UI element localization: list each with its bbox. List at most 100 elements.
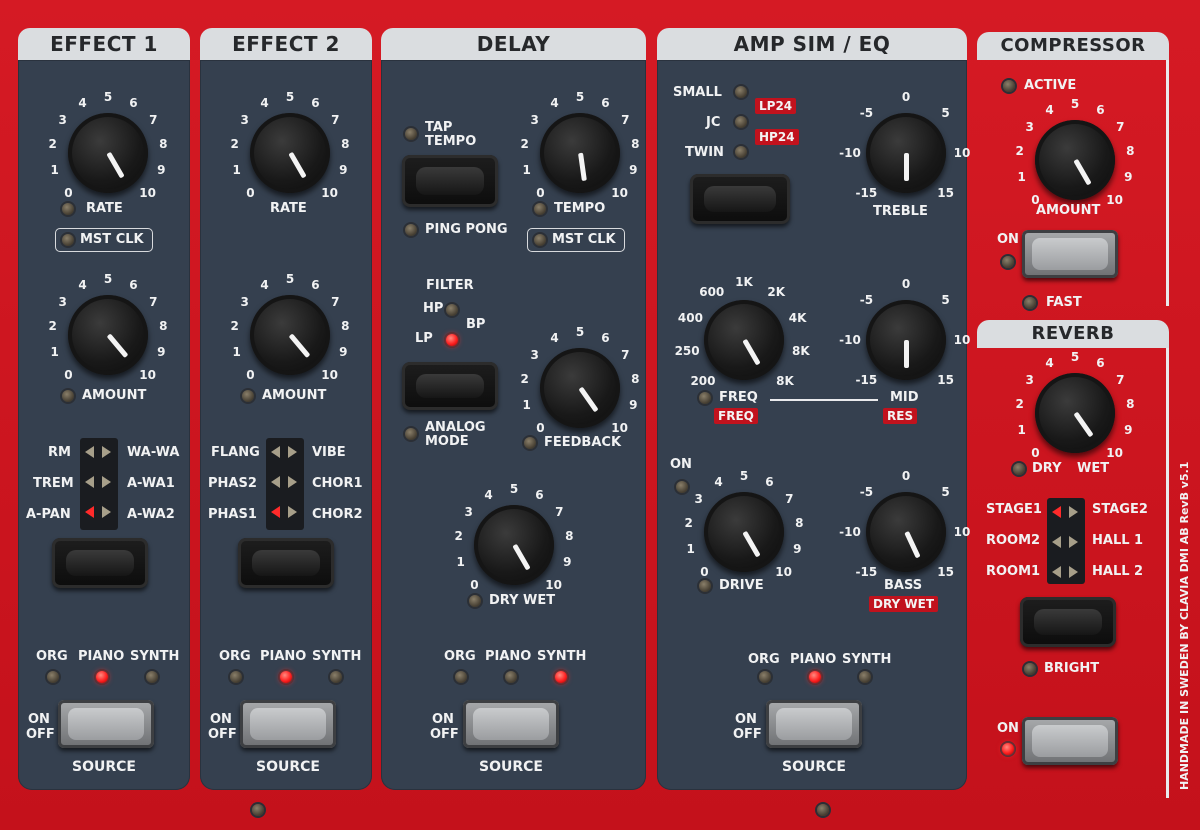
effect2-rate-tick: 10 [321,185,338,200]
amp-mid-knob[interactable] [866,300,946,380]
delay-off-label: OFF [430,727,459,742]
reverb-mode-arrow [1052,506,1061,518]
effect1-mode-trem: TREM [33,476,74,491]
amp-freq-tick: 4K [788,310,807,325]
amp-bass-knob[interactable] [866,492,946,572]
amp-twin-label: TWIN [685,145,724,160]
delay-dry-wet-knob[interactable] [474,505,554,585]
delay-lp-led [446,334,458,346]
amp-treble-tick: -5 [859,106,874,121]
effect2-mode-phas2: PHAS2 [208,476,257,491]
effect2-amount-tick: 0 [246,367,255,382]
effect1-rate-tick: 2 [48,137,57,152]
effect1-amount-tick: 2 [48,319,57,334]
delay-tempo-label: TEMPO [554,201,606,216]
delay-feedback-tick: 10 [611,420,628,435]
effect1-mode-arrow [102,506,111,518]
effect2-source-piano: PIANO [260,649,307,664]
effect2-mode-arrow [271,446,280,458]
effect2-mode-chor1: CHOR1 [312,476,363,491]
amp-freq-tick: 600 [699,284,725,299]
delay-tempo-tick: 4 [550,96,559,111]
delay-feedback-tick: 5 [575,325,585,339]
amp-bass-tick: 0 [901,469,911,483]
delay-dry-wet-tick: 7 [555,505,564,520]
compressor-amount-tick: 5 [1070,97,1080,111]
effect1-amount-tick: 0 [64,367,73,382]
amp-bass-tick: 10 [953,525,971,539]
effect1-rate-knob[interactable] [68,113,148,193]
compressor-on-button[interactable] [1022,230,1118,278]
amp-treble-tick: -10 [839,146,861,160]
reverb-frame-line [1166,348,1169,798]
amp-drive-knob[interactable] [704,492,784,572]
amp-treble-knob[interactable] [866,113,946,193]
amp-lp24-tag: LP24 [755,98,797,114]
delay-tempo-tick: 9 [629,163,638,178]
delay-tempo-knob[interactable] [540,113,620,193]
effect1-mode-awa1: A-WA1 [127,476,175,491]
effect1-mode-rm: RM [48,445,71,460]
reverb-mode-button[interactable] [1020,597,1116,647]
effect2-rate-tick: 7 [331,113,340,128]
effect2-mode-button[interactable] [238,538,334,588]
reverb-dry-wet-tick: 5 [1070,350,1080,364]
effect1-mode-arrow [85,506,94,518]
compressor-amount-knob[interactable] [1035,120,1115,200]
delay-filter-button[interactable] [402,362,498,410]
effect1-rate-tick: 8 [159,137,168,152]
effect1-mst-clk-led [62,234,74,246]
effect2-amount-tick: 6 [311,278,320,293]
delay-feedback-knob[interactable] [540,348,620,428]
effect2-on-off-button[interactable] [240,700,336,748]
delay-dry-wet-tick: 8 [565,529,574,544]
compressor-title: COMPRESSOR [977,32,1169,60]
amp-treble-tick: 5 [941,106,950,121]
effect2-mode-phas1: PHAS1 [208,507,257,522]
amp-on-label: ON [670,457,692,472]
reverb-dry-wet-knob[interactable] [1035,373,1115,453]
delay-source-synth: SYNTH [537,649,587,664]
delay-tap-tempo-button[interactable] [402,155,498,207]
amp-drive-tick: 8 [795,516,804,531]
reverb-bright-led [1024,663,1036,675]
effect2-rate-tick: 6 [311,96,320,111]
delay-feedback-tick: 8 [631,372,640,387]
effect1-mode-awa2: A-WA2 [127,507,175,522]
amp-type-button[interactable] [690,174,790,224]
amp-freq-tick: 200 [690,374,716,388]
delay-tempo-tick: 1 [522,163,531,178]
reverb-on-button[interactable] [1022,717,1118,765]
effect2-source-synth: SYNTH [312,649,362,664]
amp-on-off-button[interactable] [766,700,862,748]
effect2-amount-knob[interactable] [250,295,330,375]
delay-hp-label: HP [423,301,444,316]
delay-tempo-tick: 0 [536,185,545,200]
effect1-org-led [47,671,59,683]
amp-freq-tick: 8K [776,374,794,388]
amp-mid-tick: -5 [859,293,874,308]
amp-freq-knob[interactable] [704,300,784,380]
amp-drive-tick: 3 [694,492,703,507]
reverb-mode-room2: ROOM2 [986,533,1041,548]
effect1-amount-knob[interactable] [68,295,148,375]
delay-feedback-tick: 0 [536,420,545,435]
delay-tempo-tick: 3 [530,113,539,128]
effect1-on-off-button[interactable] [58,700,154,748]
effect2-rate-tick: 9 [339,163,348,178]
delay-dry-wet-tick: 0 [470,577,479,592]
amp-mid-tick: 5 [941,293,950,308]
reverb-dry-wet-tick: 8 [1126,397,1135,412]
delay-on-off-button[interactable] [463,700,559,748]
effect2-rate-knob[interactable] [250,113,330,193]
compressor-on-led [1002,256,1014,268]
compressor-amount-tick: 4 [1045,103,1054,118]
effect1-source-label: SOURCE [72,759,136,775]
effect2-rate-tick: 4 [260,96,269,111]
amp-drive-tick: 7 [785,492,794,507]
delay-title: DELAY [381,28,646,60]
delay-lp-label: LP [415,331,433,346]
amp-bass-tick: -5 [859,485,874,500]
effect1-mode-button[interactable] [52,538,148,588]
effect2-amount-tick: 1 [232,345,241,360]
